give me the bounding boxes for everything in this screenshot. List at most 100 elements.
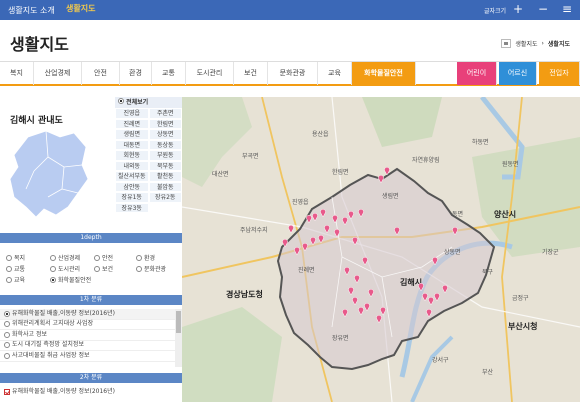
list-scrollbar[interactable]: [175, 309, 182, 367]
map-pin-icon[interactable]: [344, 267, 350, 275]
map-pin-icon[interactable]: [418, 283, 424, 291]
district-item[interactable]: 진영읍: [115, 108, 149, 119]
tab-environment[interactable]: 환경: [120, 62, 152, 85]
radio-icon: [50, 265, 56, 272]
map-pin-icon[interactable]: [442, 285, 448, 293]
category-radio[interactable]: 도시관리: [50, 264, 80, 273]
district-item[interactable]: 동상동: [148, 139, 182, 150]
district-item[interactable]: 불암동: [148, 181, 182, 192]
district-item[interactable]: 대동면: [115, 139, 149, 150]
tab-newcomers[interactable]: 전입자: [539, 62, 580, 85]
logo[interactable]: 생활지도: [66, 3, 95, 14]
district-item[interactable]: 활천동: [148, 171, 182, 182]
list-item[interactable]: 위해관리계획서 고지대상 사업장: [0, 320, 182, 330]
category-radio[interactable]: 환경: [136, 253, 155, 262]
map-pin-icon[interactable]: [358, 209, 364, 217]
category-radio-selected[interactable]: 화학물질안전: [50, 275, 91, 284]
category-radio[interactable]: 보건: [94, 264, 113, 273]
map-pin-icon[interactable]: [376, 315, 382, 323]
list-item[interactable]: 화학사고 정보: [0, 330, 182, 341]
map-pin-icon[interactable]: [324, 225, 330, 233]
district-item[interactable]: 주촌면: [148, 108, 182, 119]
map-pin-icon[interactable]: [352, 237, 358, 245]
scrollbar-thumb[interactable]: [176, 311, 181, 333]
district-item[interactable]: 회현동: [115, 150, 149, 161]
map-pin-icon[interactable]: [434, 293, 440, 301]
map-pin-icon[interactable]: [282, 239, 288, 247]
map-pin-icon[interactable]: [348, 211, 354, 219]
tab-kids[interactable]: 어린이: [457, 62, 497, 85]
map-pin-icon[interactable]: [288, 225, 294, 233]
list-item[interactable]: 사고대비물질 취급 사업장 정보: [0, 351, 182, 362]
tab-safety[interactable]: 안전: [82, 62, 120, 85]
district-item[interactable]: 장유2동: [148, 192, 182, 203]
map-pin-icon[interactable]: [318, 235, 324, 243]
tab-seniors[interactable]: 어르신: [499, 62, 537, 85]
region-outline-map[interactable]: [8, 127, 90, 221]
district-item[interactable]: 생림면: [115, 129, 149, 140]
category-radio[interactable]: 교육: [6, 275, 25, 284]
map-pin-icon[interactable]: [362, 257, 368, 265]
district-item[interactable]: 내외동: [115, 160, 149, 171]
map-pin-icon[interactable]: [310, 237, 316, 245]
category-radio[interactable]: 복지: [6, 253, 25, 262]
map-pin-icon[interactable]: [394, 227, 400, 235]
map-pin-icon[interactable]: [294, 247, 300, 255]
map-pin-icon[interactable]: [348, 287, 354, 295]
view-all-button[interactable]: 전체보기: [115, 97, 182, 108]
district-item[interactable]: 진례면: [115, 118, 149, 129]
map-pin-icon[interactable]: [384, 167, 390, 175]
breadcrumb-item[interactable]: 생활지도: [515, 39, 537, 48]
district-item[interactable]: 장유3동: [115, 202, 149, 213]
district-item[interactable]: 부원동: [148, 150, 182, 161]
menu-icon[interactable]: ≡: [559, 1, 575, 19]
district-item[interactable]: 한림면: [148, 118, 182, 129]
about-link[interactable]: 생활지도 소개: [8, 5, 55, 16]
zoom-out-button[interactable]: −: [535, 1, 551, 19]
map-pin-icon[interactable]: [380, 307, 386, 315]
zoom-in-button[interactable]: +: [510, 1, 526, 19]
category-radio-group: 복지 산업경제 안전 환경 교통 도시관리 보건 문화관광 교육 화학물질안전: [0, 247, 182, 285]
map-pin-icon[interactable]: [368, 289, 374, 297]
map-view[interactable]: 용산읍 부곡면 대산면 자연휴양림 한림면 생림면 하동면 원동면 진영읍 동면…: [182, 97, 580, 402]
tab-city[interactable]: 도시관리: [186, 62, 234, 85]
map-pin-icon[interactable]: [302, 243, 308, 251]
district-item[interactable]: 상동면: [148, 129, 182, 140]
breadcrumb-item[interactable]: 생활지도: [548, 39, 570, 48]
district-item[interactable]: 북부동: [148, 160, 182, 171]
category-radio[interactable]: 안전: [94, 253, 113, 262]
home-icon[interactable]: [501, 39, 512, 48]
map-label: 대산면: [212, 171, 229, 178]
list-item[interactable]: 도시 대기질 측정망 설치정보: [0, 341, 182, 351]
district-item[interactable]: 삼안동: [115, 181, 149, 192]
category-radio[interactable]: 문화관광: [136, 264, 166, 273]
map-pin-icon[interactable]: [452, 227, 458, 235]
map-pin-icon[interactable]: [312, 213, 318, 221]
tab-industry[interactable]: 산업경제: [34, 62, 82, 85]
map-pin-icon[interactable]: [354, 275, 360, 283]
map-pin-icon[interactable]: [334, 229, 340, 237]
list-item[interactable]: 유해화학물질 배출,이동량 정보(2016년): [0, 386, 182, 398]
tab-traffic[interactable]: 교통: [152, 62, 186, 85]
map-pin-icon[interactable]: [426, 309, 432, 317]
map-pin-icon[interactable]: [432, 257, 438, 265]
category-radio[interactable]: 교통: [6, 264, 25, 273]
tab-welfare[interactable]: 복지: [0, 62, 34, 85]
tab-education[interactable]: 교육: [318, 62, 352, 85]
map-pin-icon[interactable]: [332, 215, 338, 223]
map-pin-icon[interactable]: [352, 297, 358, 305]
tab-chemical[interactable]: 화학물질안전: [352, 62, 416, 85]
tab-culture[interactable]: 문화관광: [268, 62, 318, 85]
district-item[interactable]: 칠산서부동: [115, 171, 149, 182]
map-canvas[interactable]: [182, 97, 580, 402]
map-pin-icon[interactable]: [342, 309, 348, 317]
map-pin-icon[interactable]: [378, 175, 384, 183]
list-item[interactable]: 유해화학물질 배출,이동량 정보(2016년): [0, 309, 182, 320]
district-item[interactable]: 장유1동: [115, 192, 149, 203]
map-pin-icon[interactable]: [364, 303, 370, 311]
list-item-label: 화학사고 정보: [12, 330, 48, 338]
checkbox-icon[interactable]: [4, 389, 10, 395]
tab-health[interactable]: 보건: [234, 62, 268, 85]
map-pin-icon[interactable]: [320, 209, 326, 217]
category-radio[interactable]: 산업경제: [50, 253, 80, 262]
